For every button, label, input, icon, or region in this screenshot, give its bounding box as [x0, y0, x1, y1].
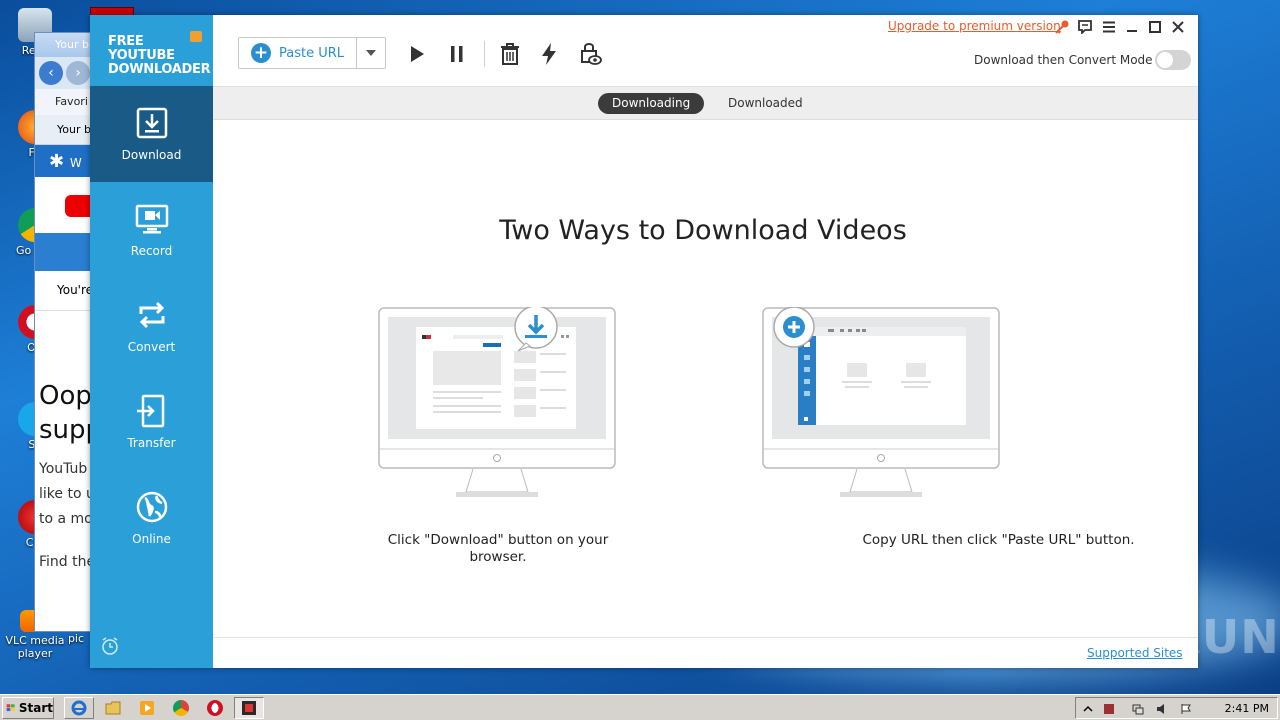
- close-icon: [1172, 21, 1184, 33]
- ie-header-text: W: [69, 156, 82, 170]
- start-button[interactable]: [405, 42, 429, 66]
- taskbar: Start 2:41 PM: [0, 694, 1280, 720]
- sidebar-item-download[interactable]: Download: [90, 86, 213, 182]
- lightning-icon: [542, 43, 556, 65]
- chrome-icon: [173, 700, 189, 716]
- online-icon: [136, 491, 167, 523]
- tab-bar: Downloading Downloaded: [213, 86, 1198, 120]
- sidebar-item-label: Online: [132, 532, 171, 546]
- close-button[interactable]: [1169, 18, 1187, 36]
- flag-icon[interactable]: [1180, 703, 1192, 715]
- main-content: Two Ways to Download Videos Click "Downl…: [213, 120, 1198, 668]
- chevron-up-icon[interactable]: [1082, 703, 1094, 715]
- taskbar-opera[interactable]: [200, 697, 230, 719]
- ie-title: Your b: [55, 38, 89, 51]
- sidebar: FREE YOUTUBE DOWNLOADER Download Record: [90, 15, 213, 668]
- downloader-app-icon: [242, 701, 256, 715]
- caption-paste-url: Copy URL then click "Paste URL" button.: [862, 532, 1135, 548]
- sidebar-item-label: Download: [121, 148, 182, 162]
- paste-url-button[interactable]: + Paste URL: [239, 38, 357, 68]
- sidebar-item-label: Transfer: [127, 436, 176, 450]
- folder-icon: [105, 701, 121, 715]
- windows-logo-icon: [6, 704, 15, 712]
- taskbar-chrome[interactable]: [166, 697, 196, 719]
- sidebar-item-online[interactable]: Online: [90, 470, 213, 566]
- turbo-button[interactable]: [537, 42, 561, 66]
- clock[interactable]: 2:41 PM: [1225, 702, 1269, 715]
- ie-tab-label: Your b: [57, 123, 91, 136]
- ie-youre-text: You're: [57, 283, 94, 297]
- toggle-knob: [1157, 52, 1173, 68]
- toolbar-separator: [484, 41, 485, 67]
- paste-url-button-group: + Paste URL: [238, 37, 386, 69]
- key-button[interactable]: [1053, 18, 1071, 36]
- maximize-icon: [1149, 21, 1161, 33]
- paste-url-dropdown[interactable]: [357, 50, 385, 56]
- tab-downloaded[interactable]: Downloaded: [714, 93, 817, 114]
- opera-icon: [207, 700, 223, 716]
- tab-downloading[interactable]: Downloading: [598, 93, 705, 114]
- feedback-button[interactable]: [1076, 18, 1094, 36]
- network-icon[interactable]: [1132, 703, 1144, 715]
- supported-sites-link[interactable]: Supported Sites: [1087, 646, 1183, 660]
- lock-icon: [190, 31, 202, 42]
- sidebar-item-record[interactable]: Record: [90, 182, 213, 278]
- forward-icon[interactable]: ›: [66, 61, 90, 85]
- convert-mode-toggle[interactable]: [1155, 50, 1191, 70]
- trash-icon: [501, 43, 519, 65]
- record-icon: [135, 204, 168, 234]
- plus-icon: +: [251, 43, 271, 63]
- media-player-icon: [140, 701, 154, 715]
- taskbar-downloader[interactable]: [234, 697, 264, 719]
- upgrade-link[interactable]: Upgrade to premium version: [888, 19, 1061, 33]
- transfer-icon: [136, 394, 164, 428]
- lock-eye-icon: [581, 43, 602, 65]
- pause-icon: [451, 46, 463, 62]
- minimize-button[interactable]: [1123, 18, 1141, 36]
- page-title: Two Ways to Download Videos: [499, 215, 907, 246]
- pause-button[interactable]: [445, 42, 469, 66]
- app-window: FREE YOUTUBE DOWNLOADER Download Record: [90, 15, 1198, 668]
- start-button[interactable]: Start: [2, 697, 54, 719]
- minimize-icon: [1127, 30, 1137, 32]
- caption-browser: Click "Download" button on your browser.: [387, 532, 609, 565]
- chat-icon: [1078, 20, 1092, 34]
- divider: [213, 637, 1198, 638]
- convert-mode-label: Download then Convert Mode: [974, 53, 1153, 67]
- private-mode-button[interactable]: [579, 42, 603, 66]
- taskbar-explorer[interactable]: [98, 697, 128, 719]
- paste-url-label: Paste URL: [279, 45, 345, 61]
- browser-download-illustration: [378, 307, 616, 497]
- logo-line2: DOWNLOADER: [108, 62, 211, 77]
- maximize-button[interactable]: [1146, 18, 1164, 36]
- desktop-icon-label: pic: [67, 632, 85, 645]
- downloader-tray-icon[interactable]: [1103, 703, 1115, 715]
- sidebar-item-label: Record: [130, 244, 173, 258]
- menu-button[interactable]: [1100, 18, 1118, 36]
- delete-button[interactable]: [498, 42, 522, 66]
- key-icon: [1055, 20, 1069, 34]
- back-icon[interactable]: ‹: [39, 61, 63, 85]
- ie-favorites-label: Favori: [55, 95, 88, 108]
- chevron-down-icon: [366, 50, 376, 56]
- taskbar-ie[interactable]: [64, 697, 94, 719]
- convert-icon: [139, 301, 164, 329]
- sidebar-item-convert[interactable]: Convert: [90, 278, 213, 374]
- download-icon: [136, 107, 167, 139]
- paste-url-illustration: [762, 307, 1000, 497]
- sidebar-item-label: Convert: [127, 340, 176, 354]
- system-tray: 2:41 PM: [1075, 697, 1278, 719]
- app-logo: FREE YOUTUBE DOWNLOADER: [90, 15, 213, 86]
- hamburger-icon: [1103, 21, 1115, 33]
- sidebar-item-transfer[interactable]: Transfer: [90, 374, 213, 470]
- speaker-icon[interactable]: [1156, 703, 1168, 715]
- taskbar-media[interactable]: [132, 697, 162, 719]
- play-icon: [411, 46, 424, 62]
- toolbar: + Paste URL Upgrade to premium version D…: [213, 15, 1198, 86]
- ie-icon: [71, 700, 87, 716]
- start-label: Start: [18, 701, 53, 715]
- alarm-clock-icon[interactable]: [100, 636, 120, 656]
- star-icon: ✱: [49, 151, 65, 172]
